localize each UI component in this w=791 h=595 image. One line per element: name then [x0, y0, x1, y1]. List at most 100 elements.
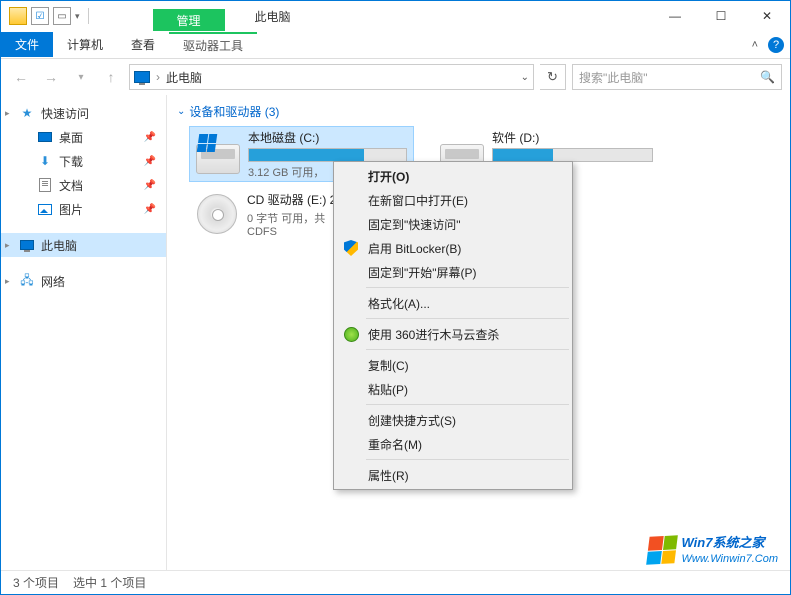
- ribbon-tabs: 文件 计算机 查看 驱动器工具 ˄ ?: [1, 31, 790, 59]
- breadcrumb-current[interactable]: 此电脑: [166, 69, 202, 86]
- pin-icon: 📌: [144, 180, 156, 191]
- chevron-down-icon[interactable]: ⌄: [177, 106, 185, 117]
- maximize-button[interactable]: ☐: [698, 1, 744, 31]
- menu-item[interactable]: 固定到"开始"屏幕(P): [336, 260, 570, 284]
- menu-item-label: 复制(C): [368, 357, 409, 374]
- watermark-line1: Win7系统之家: [682, 535, 778, 552]
- ribbon-tab-view[interactable]: 查看: [117, 32, 169, 57]
- qat-properties-icon[interactable]: ☑: [31, 7, 49, 25]
- menu-item[interactable]: 重命名(M): [336, 432, 570, 456]
- sidebar-item-label: 桌面: [59, 129, 83, 146]
- search-placeholder: 搜索"此电脑": [579, 69, 648, 86]
- menu-item[interactable]: 创建快捷方式(S): [336, 408, 570, 432]
- menu-item[interactable]: 粘贴(P): [336, 377, 570, 401]
- menu-separator: [366, 287, 569, 288]
- menu-separator: [366, 404, 569, 405]
- search-icon[interactable]: 🔍: [760, 70, 775, 84]
- sidebar-item-label: 文档: [59, 177, 83, 194]
- address-bar: ← → ▾ ↑ › 此电脑 ⌄ ↻ 搜索"此电脑" 🔍: [1, 59, 790, 95]
- network-icon: 🖧: [19, 273, 35, 289]
- menu-item-label: 重命名(M): [368, 436, 422, 453]
- menu-item[interactable]: 复制(C): [336, 353, 570, 377]
- nav-forward-button[interactable]: →: [39, 65, 63, 89]
- ribbon-tab-computer[interactable]: 计算机: [53, 32, 117, 57]
- nav-up-button[interactable]: ↑: [99, 65, 123, 89]
- menu-item-label: 在新窗口中打开(E): [368, 192, 468, 209]
- context-menu: 打开(O) 在新窗口中打开(E) 固定到"快速访问" 启用 BitLocker(B) 固…: [333, 161, 573, 490]
- close-button[interactable]: ✕: [744, 1, 790, 31]
- status-bar: 3 个项目 选中 1 个项目: [1, 570, 790, 594]
- section-title: 设备和驱动器 (3): [189, 103, 279, 120]
- menu-item-label: 固定到"开始"屏幕(P): [368, 264, 477, 281]
- menu-item-label: 格式化(A)...: [368, 295, 430, 312]
- ribbon-collapse-icon[interactable]: ˄: [752, 39, 758, 51]
- watermark-line2: Www.Winwin7.Com: [682, 552, 778, 566]
- sidebar-item-desktop[interactable]: 桌面 📌: [1, 125, 166, 149]
- section-header-devices[interactable]: ⌄ 设备和驱动器 (3): [177, 103, 780, 120]
- help-icon[interactable]: ?: [768, 37, 784, 53]
- minimize-button[interactable]: —: [652, 1, 698, 31]
- menu-item[interactable]: 属性(R): [336, 463, 570, 487]
- shield-icon: [344, 240, 358, 256]
- ribbon-tab-drive-tools[interactable]: 驱动器工具: [169, 32, 257, 57]
- picture-icon: [38, 204, 52, 215]
- menu-item-label: 打开(O): [368, 168, 409, 185]
- menu-separator: [366, 349, 569, 350]
- address-dropdown-icon[interactable]: ⌄: [521, 72, 529, 83]
- status-item-count: 3 个项目: [13, 574, 59, 591]
- sidebar-item-label: 此电脑: [41, 237, 77, 254]
- menu-item[interactable]: 打开(O): [336, 164, 570, 188]
- sidebar-item-documents[interactable]: 文档 📌: [1, 173, 166, 197]
- sidebar-item-pictures[interactable]: 图片 📌: [1, 197, 166, 221]
- qat-dropdown-icon[interactable]: ▾: [75, 11, 80, 22]
- refresh-button[interactable]: ↻: [540, 64, 566, 90]
- search-input[interactable]: 搜索"此电脑" 🔍: [572, 64, 782, 90]
- qat-newfolder-icon[interactable]: ▭: [53, 7, 71, 25]
- qat-folder-icon[interactable]: [9, 7, 27, 25]
- tree-expand-icon[interactable]: ▸: [5, 240, 10, 251]
- menu-item-label: 创建快捷方式(S): [368, 412, 456, 429]
- breadcrumb-chevron-icon[interactable]: ›: [156, 70, 160, 84]
- drive-usage-bar: [492, 148, 653, 162]
- sidebar-item-downloads[interactable]: ⬇ 下载 📌: [1, 149, 166, 173]
- desktop-icon: [38, 132, 52, 142]
- sidebar-item-label: 下载: [59, 153, 83, 170]
- status-selection: 选中 1 个项目: [73, 574, 146, 591]
- sidebar-item-label: 图片: [59, 201, 83, 218]
- address-input[interactable]: › 此电脑 ⌄: [129, 64, 534, 90]
- ribbon-file-tab[interactable]: 文件: [1, 32, 53, 57]
- quick-access-toolbar: ☑ ▭ ▾: [1, 7, 93, 25]
- menu-item[interactable]: 格式化(A)...: [336, 291, 570, 315]
- sidebar-item-label: 网络: [41, 273, 65, 290]
- navigation-pane: ▸ ★ 快速访问 桌面 📌 ⬇ 下载 📌 文档 📌 图片: [1, 95, 167, 570]
- ribbon-context-tab[interactable]: 管理: [153, 9, 225, 31]
- menu-item[interactable]: 使用 360进行木马云查杀: [336, 322, 570, 346]
- menu-item-label: 使用 360进行木马云查杀: [368, 326, 499, 343]
- menu-item-label: 固定到"快速访问": [368, 216, 461, 233]
- menu-item-label: 属性(R): [368, 467, 409, 484]
- pin-icon: 📌: [144, 132, 156, 143]
- window-title: 此电脑: [255, 8, 291, 25]
- drive-usage-bar: [248, 148, 407, 162]
- pc-icon: [20, 240, 34, 250]
- tree-expand-icon[interactable]: ▸: [5, 276, 10, 287]
- nav-recent-dropdown[interactable]: ▾: [69, 65, 93, 89]
- titlebar: ☑ ▭ ▾ 管理 此电脑 — ☐ ✕: [1, 1, 790, 31]
- menu-item[interactable]: 在新窗口中打开(E): [336, 188, 570, 212]
- menu-item[interactable]: 启用 BitLocker(B): [336, 236, 570, 260]
- drive-name: 软件 (D:): [492, 129, 653, 146]
- document-icon: [39, 178, 51, 192]
- nav-back-button[interactable]: ←: [9, 65, 33, 89]
- tree-expand-icon[interactable]: ▸: [5, 108, 10, 119]
- menu-item[interactable]: 固定到"快速访问": [336, 212, 570, 236]
- windows-flag-icon: [646, 536, 678, 565]
- menu-item-label: 启用 BitLocker(B): [368, 240, 461, 257]
- sidebar-quick-access[interactable]: ▸ ★ 快速访问: [1, 101, 166, 125]
- sidebar-this-pc[interactable]: ▸ 此电脑: [1, 233, 166, 257]
- qat-separator: [88, 8, 89, 24]
- menu-separator: [366, 459, 569, 460]
- sidebar-network[interactable]: ▸ 🖧 网络: [1, 269, 166, 293]
- download-icon: ⬇: [37, 153, 53, 169]
- pin-icon: 📌: [144, 156, 156, 167]
- 360-icon: [344, 327, 359, 342]
